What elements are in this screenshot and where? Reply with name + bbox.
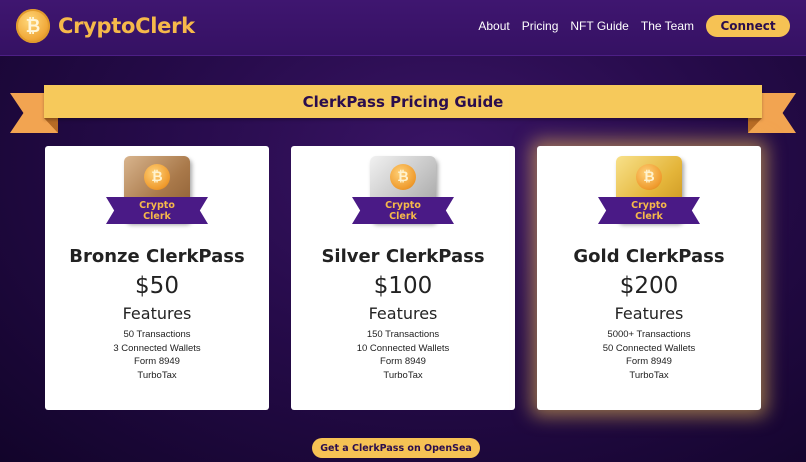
silver-badge: ₿ Crypto Clerk <box>352 156 454 236</box>
badge-ribbon: Crypto Clerk <box>106 197 208 224</box>
pricing-banner: ClerkPass Pricing Guide <box>10 85 796 133</box>
card-price: $100 <box>373 273 433 299</box>
card-title: Gold ClerkPass <box>573 246 725 267</box>
bitcoin-icon: ₿ <box>390 164 416 190</box>
feature-item: 50 Connected Wallets <box>602 342 696 354</box>
nav-link-the-team[interactable]: The Team <box>641 19 694 33</box>
gold-badge: ₿ Crypto Clerk <box>598 156 700 236</box>
pricing-card-gold: ₿ Crypto Clerk Gold ClerkPass $200 Featu… <box>537 146 761 410</box>
get-clerkpass-button[interactable]: Get a ClerkPass on OpenSea <box>312 438 480 458</box>
logo-text: CryptoClerk <box>58 14 195 38</box>
features-heading: Features <box>122 304 192 323</box>
feature-item: Form 8949 <box>626 356 672 367</box>
badge-ribbon: Crypto Clerk <box>598 197 700 224</box>
feature-item: 3 Connected Wallets <box>113 342 201 354</box>
page-title: ClerkPass Pricing Guide <box>302 92 504 111</box>
badge-label-line2: Clerk <box>635 210 663 222</box>
badge-label-line1: Crypto <box>139 199 175 211</box>
feature-item: 10 Connected Wallets <box>356 342 450 354</box>
badge-label-line1: Crypto <box>631 199 667 211</box>
bitcoin-icon: ₿ <box>144 164 170 190</box>
bitcoin-laurel-icon: ₿ <box>16 9 50 43</box>
nav-link-pricing[interactable]: Pricing <box>522 19 559 33</box>
feature-list: 50 Transactions 3 Connected Wallets Form… <box>45 328 269 382</box>
feature-item: 50 Transactions <box>123 329 191 340</box>
ribbon-main: ClerkPass Pricing Guide <box>44 85 762 118</box>
feature-list: 150 Transactions 10 Connected Wallets Fo… <box>291 328 515 382</box>
badge-label-line2: Clerk <box>389 210 417 222</box>
feature-item: TurboTax <box>629 369 669 381</box>
nav: About Pricing NFT Guide The Team Connect <box>478 15 790 37</box>
features-heading: Features <box>614 304 684 323</box>
badge-label-line2: Clerk <box>143 210 171 222</box>
feature-list: 5000+ Transactions 50 Connected Wallets … <box>537 328 761 382</box>
feature-item: Form 8949 <box>134 356 180 367</box>
card-title: Silver ClerkPass <box>321 246 485 267</box>
badge-label-line1: Crypto <box>385 199 421 211</box>
header: ₿ CryptoClerk About Pricing NFT Guide Th… <box>0 0 806 56</box>
pricing-card-bronze: ₿ Crypto Clerk Bronze ClerkPass $50 Feat… <box>45 146 269 410</box>
nav-link-about[interactable]: About <box>478 19 509 33</box>
bronze-badge: ₿ Crypto Clerk <box>106 156 208 236</box>
logo[interactable]: ₿ CryptoClerk <box>16 9 195 43</box>
feature-item: Form 8949 <box>380 356 426 367</box>
feature-item: 150 Transactions <box>366 329 440 340</box>
badge-ribbon: Crypto Clerk <box>352 197 454 224</box>
card-title: Bronze ClerkPass <box>69 246 245 267</box>
card-price: $50 <box>135 273 179 299</box>
connect-button[interactable]: Connect <box>706 15 790 37</box>
feature-item: TurboTax <box>383 369 423 381</box>
features-heading: Features <box>368 304 438 323</box>
feature-item: TurboTax <box>137 369 177 381</box>
feature-item: 5000+ Transactions <box>607 329 691 340</box>
pricing-card-silver: ₿ Crypto Clerk Silver ClerkPass $100 Fea… <box>291 146 515 410</box>
card-price: $200 <box>619 273 679 299</box>
bitcoin-icon: ₿ <box>636 164 662 190</box>
nav-link-nft-guide[interactable]: NFT Guide <box>570 19 628 33</box>
